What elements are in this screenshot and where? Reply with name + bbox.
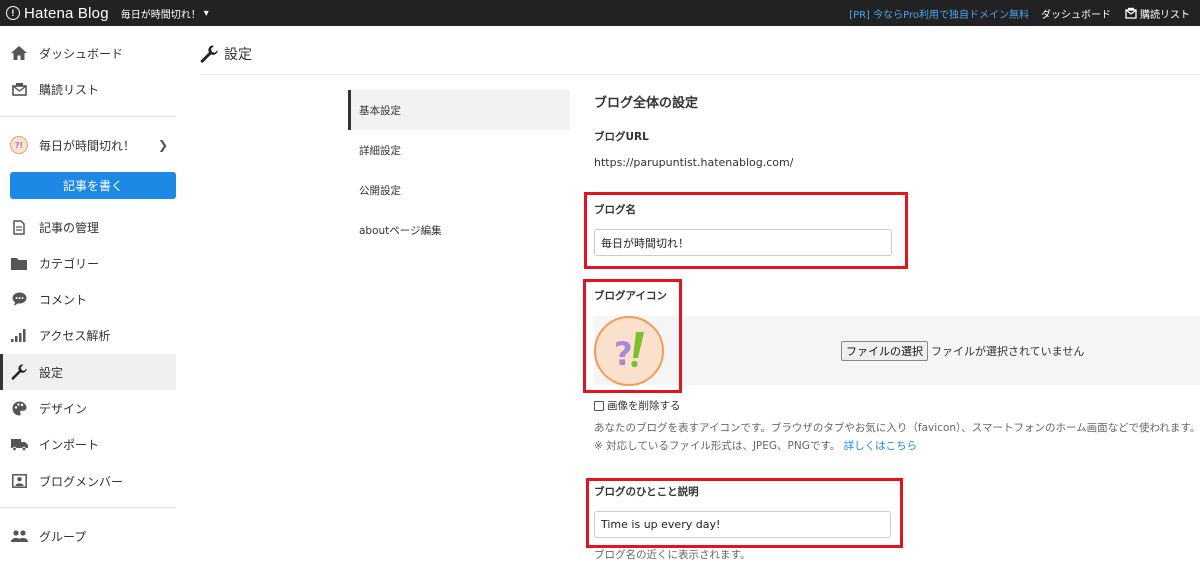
write-post-button[interactable]: 記事を書く — [10, 172, 176, 199]
comment-icon — [10, 292, 28, 306]
sidebar-item-label: ブログメンバー — [39, 474, 124, 489]
sidebar-item-label: ダッシュボード — [39, 46, 124, 61]
sidebar-item-label: グループ — [39, 529, 87, 544]
document-icon — [10, 219, 28, 235]
home-icon — [10, 46, 28, 60]
blog-switcher[interactable]: 毎日が時間切れ！ ▾ — [121, 6, 209, 21]
bar-chart-icon — [10, 328, 28, 342]
member-card-icon — [10, 474, 28, 488]
wrench-icon — [10, 364, 28, 380]
format-help-row: ※ 対応しているファイル形式は、JPEG、PNGです。 詳しくはこちら — [594, 438, 917, 453]
sidebar-divider — [0, 507, 176, 508]
palette-icon — [10, 401, 28, 416]
sidebar-item-settings[interactable]: 設定 — [0, 354, 176, 390]
sidebar-item-manage-posts[interactable]: 記事の管理 — [0, 209, 176, 245]
highlight-blog-icon — [583, 279, 682, 393]
tab-publish-settings[interactable]: 公開設定 — [348, 170, 570, 210]
tab-about-page-edit[interactable]: aboutページ編集 — [348, 210, 570, 250]
blog-avatar: ?! — [10, 136, 28, 154]
sidebar-item-dashboard[interactable]: ダッシュボード — [0, 35, 176, 71]
sidebar-item-label: デザイン — [39, 401, 88, 416]
chevron-right-icon: ❯ — [157, 138, 168, 152]
logo-text: Hatena Blog — [24, 4, 109, 22]
description-help-text: ブログ名の近くに表示されます。 — [594, 549, 751, 561]
sidebar-item-import[interactable]: インポート — [0, 426, 176, 462]
tab-advanced-settings[interactable]: 詳細設定 — [348, 130, 570, 170]
tab-basic-settings[interactable]: 基本設定 — [348, 90, 570, 130]
caret-down-icon: ▾ — [203, 7, 209, 19]
format-help-link[interactable]: 詳しくはこちら — [844, 440, 918, 452]
wrench-icon — [200, 45, 218, 63]
format-help-text: ※ 対応しているファイル形式は、JPEG、PNGです。 — [594, 440, 841, 452]
topbar-reading-list-link[interactable]: 購読リスト — [1125, 6, 1190, 21]
sidebar-item-label: インポート — [39, 437, 100, 452]
sidebar-item-groups[interactable]: グループ — [0, 518, 176, 554]
delete-image-label: 画像を削除する — [607, 400, 681, 412]
choose-file-button[interactable]: ファイルの選択 — [841, 341, 928, 361]
file-picker: ファイルの選択 ファイルが選択されていません — [841, 341, 1084, 361]
truck-icon — [10, 438, 28, 451]
blog-switcher-label: 毎日が時間切れ！ — [120, 9, 201, 21]
sidebar: ダッシュボード 購読リスト ?! 毎日が時間切れ！ ❯ 記事を書く 記事の管理 … — [0, 26, 176, 563]
topbar-dashboard-link[interactable]: ダッシュボード — [1041, 6, 1111, 21]
sidebar-item-categories[interactable]: カテゴリー — [0, 245, 176, 281]
page-title: 設定 — [200, 44, 252, 64]
sidebar-item-comments[interactable]: コメント — [0, 281, 176, 317]
group-icon — [10, 530, 28, 542]
section-title: ブログ全体の設定 — [594, 96, 699, 111]
settings-sub-nav: 基本設定 詳細設定 公開設定 aboutページ編集 — [348, 90, 570, 250]
sidebar-item-label: 記事の管理 — [39, 220, 100, 235]
sidebar-item-label: 設定 — [39, 365, 64, 380]
header-divider — [200, 74, 1200, 75]
sidebar-item-blog[interactable]: ?! 毎日が時間切れ！ ❯ — [0, 127, 176, 163]
delete-image-checkbox[interactable] — [594, 400, 604, 411]
highlight-blog-name — [584, 192, 908, 269]
sidebar-item-label: 毎日が時間切れ！ — [39, 138, 136, 153]
blog-url-label: ブログURL — [594, 131, 649, 143]
reading-list-icon — [1125, 7, 1137, 19]
sidebar-item-reading-list[interactable]: 購読リスト — [0, 71, 176, 107]
sidebar-item-design[interactable]: デザイン — [0, 390, 176, 426]
reading-list-icon — [10, 82, 28, 96]
sidebar-item-label: アクセス解析 — [39, 328, 111, 343]
sidebar-item-analytics[interactable]: アクセス解析 — [0, 317, 176, 353]
file-status-text: ファイルが選択されていません — [931, 345, 1085, 358]
page-title-text: 設定 — [224, 47, 252, 63]
top-navbar: ! Hatena Blog 毎日が時間切れ！ ▾ [PR] 今ならPro利用で独… — [0, 0, 1200, 26]
sidebar-item-label: 購読リスト — [39, 82, 100, 97]
sidebar-item-members[interactable]: ブログメンバー — [0, 463, 176, 499]
sidebar-divider — [0, 116, 176, 117]
blog-url-value: https://parupuntist.hatenablog.com/ — [594, 156, 794, 169]
topbar-reading-list-label: 購読リスト — [1140, 9, 1190, 21]
highlight-blog-description — [586, 478, 903, 548]
hatena-logo-icon: ! — [6, 6, 20, 20]
delete-image-option[interactable]: 画像を削除する — [594, 398, 681, 413]
hatena-blog-logo[interactable]: ! Hatena Blog — [6, 5, 109, 22]
icon-help-text: あなたのブログを表すアイコンです。ブラウザのタブやお気に入り（favicon）、… — [594, 422, 1200, 434]
pr-link[interactable]: [PR] 今ならPro利用で独自ドメイン無料 — [849, 6, 1029, 21]
sidebar-item-label: カテゴリー — [39, 256, 100, 271]
folder-icon — [10, 257, 28, 270]
sidebar-item-label: コメント — [39, 292, 88, 307]
